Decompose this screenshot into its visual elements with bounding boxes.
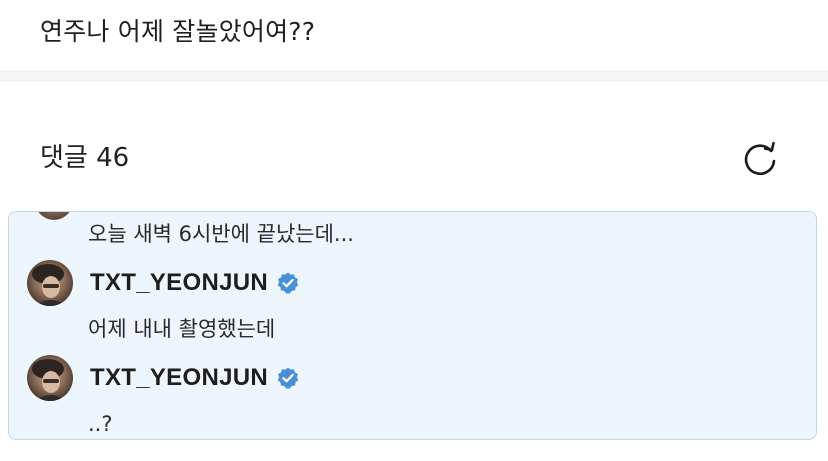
- comment-text: 오늘 새벽 6시반에 끝났는데...: [88, 222, 354, 246]
- section-divider: [0, 70, 828, 82]
- verified-badge: [276, 366, 300, 390]
- comment-author-row[interactable]: TXT_YEONJUN: [27, 355, 300, 401]
- verified-badge-icon: [277, 367, 299, 389]
- avatar-image: [27, 355, 73, 401]
- comment-thread: 오늘 새벽 6시반에 끝났는데... TXT_YEONJUN 어제 내내 촬영했…: [8, 211, 817, 440]
- avatar[interactable]: [27, 260, 73, 306]
- post-text: 연주나 어제 잘놀았어여??: [40, 17, 316, 46]
- comments-header: 댓글 46: [0, 126, 828, 192]
- avatar[interactable]: [27, 355, 73, 401]
- refresh-icon: [744, 141, 776, 176]
- verified-badge: [276, 271, 300, 295]
- avatar-image: [27, 260, 73, 306]
- comment-author-row[interactable]: TXT_YEONJUN: [27, 260, 300, 306]
- refresh-button[interactable]: [736, 136, 784, 182]
- comment-author-name[interactable]: TXT_YEONJUN: [90, 268, 268, 298]
- comments-count-title: 댓글 46: [40, 143, 130, 173]
- comment-text: ..?: [88, 412, 113, 436]
- comment-author-name[interactable]: TXT_YEONJUN: [90, 363, 268, 393]
- verified-badge-icon: [277, 272, 299, 294]
- comment-text: 어제 내내 촬영했는데: [88, 317, 276, 341]
- avatar[interactable]: [35, 212, 73, 220]
